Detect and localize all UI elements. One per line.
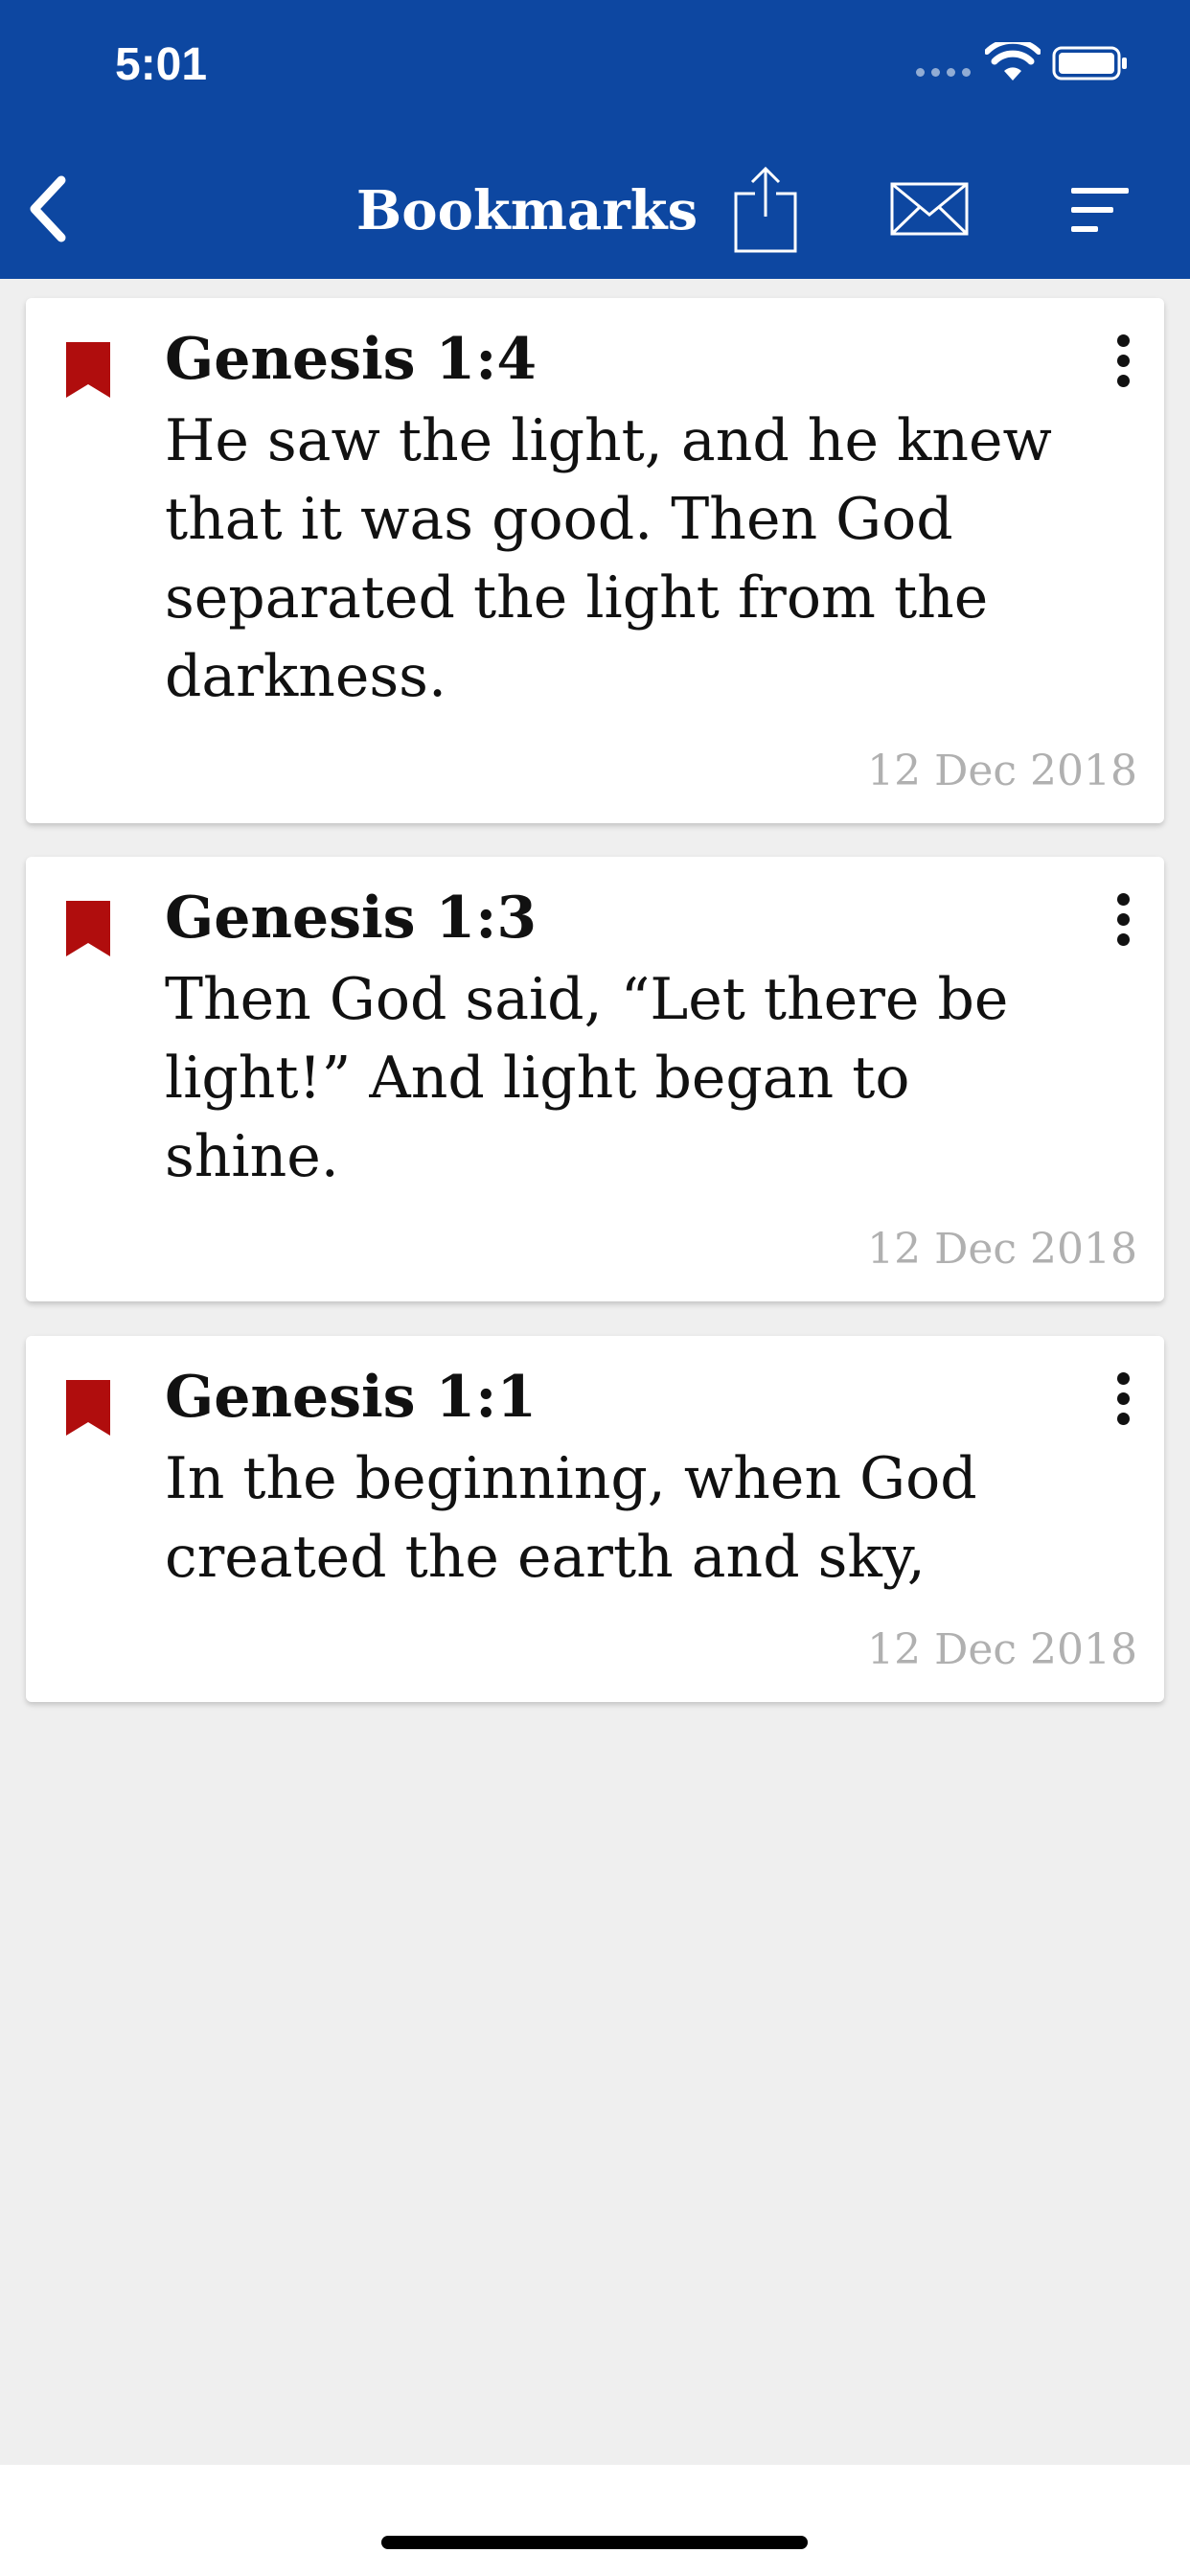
bookmark-date: 12 Dec 2018: [867, 1225, 1137, 1274]
more-options-button[interactable]: [1104, 1372, 1142, 1438]
verse-reference: Genesis 1:4: [165, 326, 538, 393]
battery-icon: [1052, 46, 1127, 80]
home-indicator[interactable]: [381, 2536, 808, 2549]
sort-button[interactable]: [1067, 184, 1133, 236]
back-button[interactable]: [19, 171, 77, 247]
cellular-signal-icon: [916, 68, 972, 81]
bookmark-icon: [66, 342, 110, 398]
status-time: 5:01: [115, 39, 208, 90]
bookmark-card[interactable]: Genesis 1:3 Then God said, “Let there be…: [26, 857, 1164, 1301]
verse-reference: Genesis 1:1: [165, 1364, 538, 1431]
more-options-button[interactable]: [1104, 893, 1142, 958]
more-options-button[interactable]: [1104, 334, 1142, 400]
bookmark-card[interactable]: Genesis 1:4 He saw the light, and he kne…: [26, 298, 1164, 823]
verse-text: He saw the light, and he knew that it wa…: [165, 407, 1052, 710]
nav-header: 5:01 Bookmarks: [0, 0, 1190, 279]
verse-reference: Genesis 1:3: [165, 885, 538, 952]
wifi-icon: [985, 42, 1041, 80]
bookmark-icon: [66, 1380, 110, 1436]
mail-button[interactable]: [889, 180, 970, 238]
home-indicator-area: [0, 2465, 1190, 2576]
bookmark-date: 12 Dec 2018: [867, 747, 1137, 795]
bookmark-date: 12 Dec 2018: [867, 1625, 1137, 1674]
share-button[interactable]: [732, 163, 799, 255]
bookmark-icon: [66, 901, 110, 956]
verse-text: Then God said, “Let there be light!” And…: [165, 966, 1009, 1190]
verse-text: In the beginning, when God created the e…: [165, 1445, 977, 1591]
bookmark-card[interactable]: Genesis 1:1 In the beginning, when God c…: [26, 1336, 1164, 1702]
page-title: Bookmarks: [355, 179, 698, 242]
